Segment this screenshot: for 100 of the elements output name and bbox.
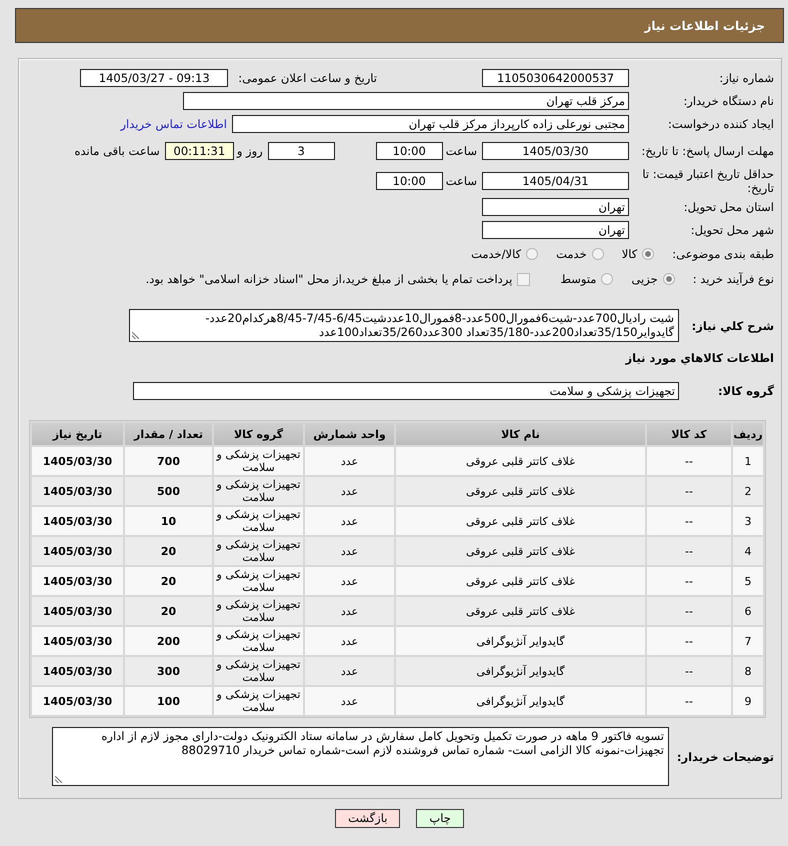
column-header: کد کالا bbox=[647, 423, 731, 445]
form-label: شماره نیاز: bbox=[718, 71, 774, 85]
table-cell: 1405/03/30 bbox=[32, 567, 123, 595]
form-label: حداقل تاریخ اعتبار قیمت: تا تاریخ: bbox=[641, 166, 774, 194]
table-cell: 1405/03/30 bbox=[32, 447, 123, 475]
table-cell: غلاف کاتتر قلبی عروقی bbox=[396, 567, 645, 595]
form-label: مهلت ارسال پاسخ: تا تاریخ: bbox=[640, 144, 774, 158]
table-cell: 1405/03/30 bbox=[32, 597, 123, 625]
form-label: شهر محل تحویل: bbox=[690, 223, 774, 237]
input-field[interactable]: تهران bbox=[482, 198, 629, 216]
input-field[interactable]: 1405/03/27 - 09:13 bbox=[80, 69, 228, 87]
table-cell: 9 bbox=[733, 687, 763, 715]
radio-option[interactable]: کالا/خدمت bbox=[471, 247, 538, 261]
table-cell: 2 bbox=[733, 477, 763, 505]
form-label: تاریخ و ساعت اعلان عمومی: bbox=[238, 71, 377, 85]
table-cell: 200 bbox=[125, 627, 212, 655]
table-cell: عدد bbox=[305, 447, 394, 475]
resize-grip-icon[interactable] bbox=[132, 332, 139, 339]
form-label: توضیحات خریدار: bbox=[676, 750, 774, 764]
table-cell: -- bbox=[647, 597, 731, 625]
table-cell: عدد bbox=[305, 627, 394, 655]
input-field[interactable]: تجهیزات پزشکی و سلامت bbox=[133, 382, 679, 400]
table-cell: گایدوایر آنژیوگرافی bbox=[396, 687, 645, 715]
table-cell: -- bbox=[647, 447, 731, 475]
checkbox-option[interactable]: پرداخت تمام یا بخشی از مبلغ خرید،از محل "اسناد خزانه اسلامی" خواهد بود. bbox=[146, 272, 530, 286]
column-header: گروه کالا bbox=[214, 423, 303, 445]
table-cell: عدد bbox=[305, 687, 394, 715]
notes-field[interactable]: تسویه فاکتور 9 ماهه در صورت تکمیل وتحویل کامل سفارش در سامانه ستاد الکترونیک دولت-دارای مجوز لازم از اداره تجهیزات-نمونه کالا الزامی است- شماره تماس فروشنده لازم است-شماره تماس خریدار 88029710 bbox=[52, 727, 669, 786]
table-cell: 300 bbox=[125, 657, 212, 685]
input-field[interactable]: 10:00 bbox=[376, 142, 443, 160]
table-cell: تجهیزات پزشکی و سلامت bbox=[214, 687, 303, 715]
table-cell: تجهیزات پزشکی و سلامت bbox=[214, 477, 303, 505]
table-cell: عدد bbox=[305, 657, 394, 685]
resize-grip-icon[interactable] bbox=[55, 776, 62, 783]
table-cell: تجهیزات پزشکی و سلامت bbox=[214, 507, 303, 535]
table-cell: تجهیزات پزشکی و سلامت bbox=[214, 627, 303, 655]
table-cell: تجهیزات پزشکی و سلامت bbox=[214, 567, 303, 595]
page-title: جزئیات اطلاعات نیاز bbox=[644, 18, 765, 32]
table-cell: 1405/03/30 bbox=[32, 657, 123, 685]
table-cell: تجهیزات پزشکی و سلامت bbox=[214, 657, 303, 685]
radio-option[interactable]: کالا bbox=[622, 247, 654, 261]
table-cell: 4 bbox=[733, 537, 763, 565]
table-cell: گایدوایر آنژیوگرافی bbox=[396, 657, 645, 685]
radio-option[interactable]: خدمت bbox=[556, 247, 604, 261]
form-label: ایجاد کننده درخواست: bbox=[667, 117, 774, 131]
table-cell: 1 bbox=[733, 447, 763, 475]
form-label: ساعت bbox=[446, 144, 477, 158]
table-cell: عدد bbox=[305, 477, 394, 505]
form-label: نوع فرآیند خرید : bbox=[692, 272, 774, 286]
table-cell: گایدوایر آنژیوگرافی bbox=[396, 627, 645, 655]
input-field[interactable]: 3 bbox=[268, 142, 335, 160]
table-cell: 1405/03/30 bbox=[32, 627, 123, 655]
table-cell: تجهیزات پزشکی و سلامت bbox=[214, 597, 303, 625]
input-field[interactable]: تهران bbox=[482, 221, 629, 239]
input-field[interactable]: 1405/04/31 bbox=[482, 172, 629, 190]
table-cell: -- bbox=[647, 477, 731, 505]
input-field[interactable]: 10:00 bbox=[376, 172, 443, 190]
table-cell: 700 bbox=[125, 447, 212, 475]
back-button[interactable]: بازگشت bbox=[335, 809, 400, 828]
table-cell: 1405/03/30 bbox=[32, 477, 123, 505]
form-label: نام دستگاه خریدار: bbox=[682, 94, 774, 108]
table-cell: غلاف کاتتر قلبی عروقی bbox=[396, 537, 645, 565]
table-cell: 20 bbox=[125, 567, 212, 595]
column-header: نام کالا bbox=[396, 423, 645, 445]
table-cell: 500 bbox=[125, 477, 212, 505]
form-label: ساعت باقی مانده bbox=[74, 144, 160, 158]
radio-option[interactable]: متوسط bbox=[560, 272, 614, 286]
input-field[interactable]: مرکز قلب تهران bbox=[183, 92, 629, 110]
table-cell: تجهیزات پزشکی و سلامت bbox=[214, 447, 303, 475]
table-cell: -- bbox=[647, 507, 731, 535]
table-cell: -- bbox=[647, 537, 731, 565]
buyer-contact-link[interactable]: اطلاعات تماس خریدار bbox=[120, 117, 227, 131]
table-cell: 1405/03/30 bbox=[32, 537, 123, 565]
form-label: روز و bbox=[236, 144, 263, 158]
table-cell: 20 bbox=[125, 537, 212, 565]
input-field[interactable]: 00:11:31 bbox=[164, 142, 234, 160]
table-cell: عدد bbox=[305, 537, 394, 565]
column-header: تاریخ نیاز bbox=[32, 423, 123, 445]
table-cell: 6 bbox=[733, 597, 763, 625]
form-label: استان محل تحویل: bbox=[682, 200, 774, 214]
table-cell: عدد bbox=[305, 507, 394, 535]
column-header: ردیف bbox=[733, 423, 763, 445]
column-header: تعداد / مقدار bbox=[125, 423, 212, 445]
table-cell: عدد bbox=[305, 567, 394, 595]
input-field[interactable]: مجتبی نورعلی زاده کارپرداز مرکز قلب تهران bbox=[232, 115, 629, 133]
table-cell: 3 bbox=[733, 507, 763, 535]
table-cell: 8 bbox=[733, 657, 763, 685]
input-field[interactable]: 1105030642000537 bbox=[482, 69, 629, 87]
radio-option[interactable]: جزیی bbox=[631, 272, 675, 286]
table-cell: 20 bbox=[125, 597, 212, 625]
print-button[interactable]: چاپ bbox=[416, 809, 464, 828]
table-cell: 100 bbox=[125, 687, 212, 715]
table-cell: 1405/03/30 bbox=[32, 687, 123, 715]
input-field[interactable]: 1405/03/30 bbox=[482, 142, 629, 160]
table-cell: عدد bbox=[305, 597, 394, 625]
section-title: اطلاعات کالاهاي مورد نياز bbox=[624, 350, 774, 366]
table-cell: غلاف کاتتر قلبی عروقی bbox=[396, 507, 645, 535]
table-cell: 10 bbox=[125, 507, 212, 535]
table-cell: غلاف کاتتر قلبی عروقی bbox=[396, 447, 645, 475]
description-field[interactable]: شیت رادیال700عدد-شیت6فمورال500عدد-8فمورال10عددشیت6/45-7/45-8/45هرکدام20عدد-گایدوایر35/150تعداد200عدد-35/180تعداد 300عدد35/260تعداد100عدد bbox=[129, 309, 679, 342]
